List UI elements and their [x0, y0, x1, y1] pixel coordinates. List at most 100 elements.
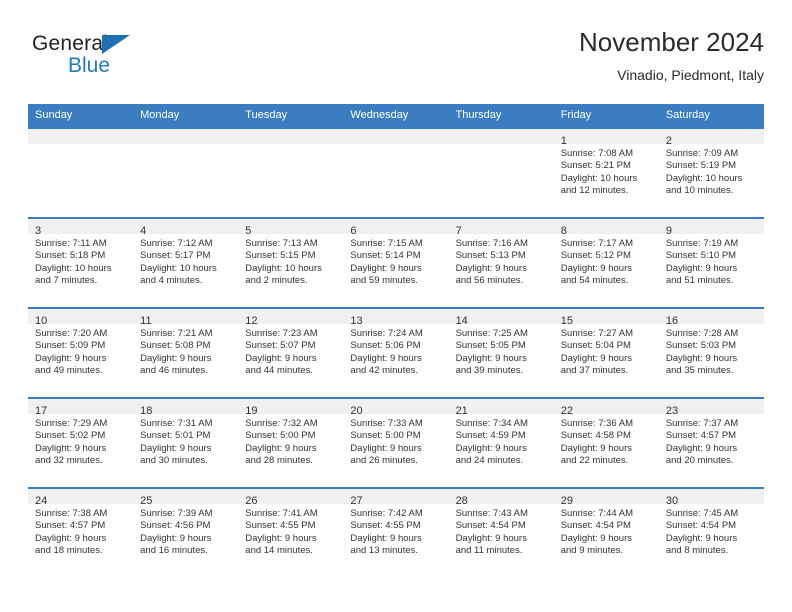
day-number: 4: [140, 225, 147, 237]
day-cell[interactable]: 5 Sunrise: 7:13 AM Sunset: 5:15 PM Dayli…: [238, 219, 344, 307]
daylight-text-line2: and 54 minutes.: [560, 275, 629, 287]
daylight-text-line1: Daylight: 9 hours: [140, 352, 212, 364]
day-cell[interactable]: 15 Sunrise: 7:27 AM Sunset: 5:04 PM Dayl…: [553, 309, 659, 397]
day-cell[interactable]: 20 Sunrise: 7:33 AM Sunset: 5:00 PM Dayl…: [343, 399, 449, 487]
day-cell[interactable]: 23 Sunrise: 7:37 AM Sunset: 4:57 PM Dayl…: [658, 399, 764, 487]
logo-triangle-icon: [102, 35, 130, 54]
day-number-band: 24: [28, 489, 134, 507]
daylight-text-line1: Daylight: 9 hours: [35, 442, 107, 454]
day-cell[interactable]: 18 Sunrise: 7:31 AM Sunset: 5:01 PM Dayl…: [133, 399, 239, 487]
day-details: Sunrise: 7:27 AM Sunset: 5:04 PM Dayligh…: [554, 324, 659, 378]
day-cell[interactable]: 21 Sunrise: 7:34 AM Sunset: 4:59 PM Dayl…: [448, 399, 554, 487]
daylight-text-line2: and 26 minutes.: [350, 455, 419, 467]
sunrise-text: Sunrise: 7:16 AM: [455, 238, 528, 249]
day-cell[interactable]: 27 Sunrise: 7:42 AM Sunset: 4:55 PM Dayl…: [343, 489, 449, 577]
day-cell[interactable]: 9 Sunrise: 7:19 AM Sunset: 5:10 PM Dayli…: [658, 219, 764, 307]
day-cell[interactable]: [343, 129, 449, 217]
day-cell[interactable]: 6 Sunrise: 7:15 AM Sunset: 5:14 PM Dayli…: [343, 219, 449, 307]
daylight-text-line2: and 51 minutes.: [665, 275, 734, 287]
day-number: 22: [560, 405, 573, 417]
daylight-text-line1: Daylight: 9 hours: [455, 532, 527, 544]
day-number: 23: [665, 405, 679, 417]
day-number: 1: [560, 135, 567, 147]
day-cell[interactable]: [133, 129, 239, 217]
day-cell[interactable]: 30 Sunrise: 7:45 AM Sunset: 4:54 PM Dayl…: [658, 489, 764, 577]
sunrise-text: Sunrise: 7:24 AM: [350, 328, 423, 339]
day-details: Sunrise: 7:32 AM Sunset: 5:00 PM Dayligh…: [238, 414, 343, 468]
day-number: 20: [350, 405, 363, 417]
daylight-text-line2: and 46 minutes.: [140, 365, 208, 377]
daylight-text-line1: Daylight: 9 hours: [140, 442, 212, 454]
day-cell[interactable]: 7 Sunrise: 7:16 AM Sunset: 5:13 PM Dayli…: [448, 219, 554, 307]
day-cell[interactable]: 22 Sunrise: 7:36 AM Sunset: 4:58 PM Dayl…: [553, 399, 659, 487]
sunset-text: Sunset: 5:08 PM: [140, 340, 211, 352]
sunrise-text: Sunrise: 7:42 AM: [350, 508, 423, 519]
sunset-text: Sunset: 5:14 PM: [350, 250, 421, 262]
day-cell[interactable]: 28 Sunrise: 7:43 AM Sunset: 4:54 PM Dayl…: [448, 489, 554, 577]
day-details: Sunrise: 7:37 AM Sunset: 4:57 PM Dayligh…: [659, 414, 764, 468]
day-number-band: 1: [553, 129, 659, 147]
day-cell[interactable]: 25 Sunrise: 7:39 AM Sunset: 4:56 PM Dayl…: [133, 489, 239, 577]
daylight-text-line2: and 7 minutes.: [35, 275, 98, 287]
daylight-text-line2: and 24 minutes.: [455, 455, 524, 467]
day-cell[interactable]: [448, 129, 554, 217]
day-details: Sunrise: 7:31 AM Sunset: 5:01 PM Dayligh…: [133, 414, 238, 468]
daylight-text-line1: Daylight: 10 hours: [665, 172, 743, 184]
day-details: Sunrise: 7:34 AM Sunset: 4:59 PM Dayligh…: [449, 414, 554, 468]
daylight-text-line1: Daylight: 9 hours: [350, 532, 422, 544]
day-details: Sunrise: 7:09 AM Sunset: 5:19 PM Dayligh…: [659, 144, 764, 198]
daylight-text-line2: and 20 minutes.: [665, 455, 734, 467]
daylight-text-line2: and 30 minutes.: [140, 455, 208, 467]
day-details: Sunrise: 7:42 AM Sunset: 4:55 PM Dayligh…: [343, 504, 448, 558]
daylight-text-line2: and 28 minutes.: [245, 455, 313, 467]
day-cell[interactable]: 2 Sunrise: 7:09 AM Sunset: 5:19 PM Dayli…: [658, 129, 764, 217]
daylight-text-line1: Daylight: 9 hours: [245, 442, 317, 454]
general-blue-logo[interactable]: General Blue: [32, 32, 152, 88]
day-cell[interactable]: 14 Sunrise: 7:25 AM Sunset: 5:05 PM Dayl…: [448, 309, 554, 397]
day-cell[interactable]: 19 Sunrise: 7:32 AM Sunset: 5:00 PM Dayl…: [238, 399, 344, 487]
sunrise-text: Sunrise: 7:36 AM: [560, 418, 634, 429]
day-cell[interactable]: 12 Sunrise: 7:23 AM Sunset: 5:07 PM Dayl…: [238, 309, 344, 397]
sunrise-text: Sunrise: 7:08 AM: [560, 148, 634, 159]
day-cell[interactable]: [28, 129, 134, 217]
daylight-text-line2: and 32 minutes.: [35, 455, 103, 467]
day-number-band: 6: [343, 219, 449, 237]
calendar-page: General Blue November 2024 Vinadio, Pied…: [0, 0, 792, 612]
day-details: Sunrise: 7:16 AM Sunset: 5:13 PM Dayligh…: [449, 234, 554, 288]
week-row: 10 Sunrise: 7:20 AM Sunset: 5:09 PM Dayl…: [28, 307, 764, 397]
calendar-grid: Sunday Monday Tuesday Wednesday Thursday…: [28, 104, 764, 577]
day-cell[interactable]: 13 Sunrise: 7:24 AM Sunset: 5:06 PM Dayl…: [343, 309, 449, 397]
day-details: Sunrise: 7:13 AM Sunset: 5:15 PM Dayligh…: [238, 234, 343, 288]
day-cell[interactable]: 16 Sunrise: 7:28 AM Sunset: 5:03 PM Dayl…: [658, 309, 764, 397]
day-number-band: 9: [658, 219, 764, 237]
daylight-text-line1: Daylight: 10 hours: [245, 262, 322, 274]
day-cell[interactable]: 17 Sunrise: 7:29 AM Sunset: 5:02 PM Dayl…: [28, 399, 134, 487]
day-details: Sunrise: 7:19 AM Sunset: 5:10 PM Dayligh…: [659, 234, 764, 288]
day-cell[interactable]: 3 Sunrise: 7:11 AM Sunset: 5:18 PM Dayli…: [28, 219, 134, 307]
day-number: 27: [350, 495, 363, 507]
day-number-band: 4: [133, 219, 239, 237]
sunset-text: Sunset: 5:05 PM: [455, 340, 526, 352]
day-cell[interactable]: 26 Sunrise: 7:41 AM Sunset: 4:55 PM Dayl…: [238, 489, 344, 577]
sunset-text: Sunset: 4:54 PM: [560, 520, 631, 532]
day-details: Sunrise: 7:23 AM Sunset: 5:07 PM Dayligh…: [238, 324, 343, 378]
day-cell[interactable]: 4 Sunrise: 7:12 AM Sunset: 5:17 PM Dayli…: [133, 219, 239, 307]
daylight-text-line1: Daylight: 10 hours: [35, 262, 112, 274]
day-cell[interactable]: [238, 129, 344, 217]
weekday-header-sunday: Sunday: [35, 109, 73, 121]
daylight-text-line2: and 56 minutes.: [455, 275, 524, 287]
day-cell[interactable]: 29 Sunrise: 7:44 AM Sunset: 4:54 PM Dayl…: [553, 489, 659, 577]
day-cell[interactable]: 11 Sunrise: 7:21 AM Sunset: 5:08 PM Dayl…: [133, 309, 239, 397]
daylight-text-line2: and 44 minutes.: [245, 365, 313, 377]
day-cell[interactable]: 1 Sunrise: 7:08 AM Sunset: 5:21 PM Dayli…: [553, 129, 659, 217]
day-number-band: 29: [553, 489, 659, 507]
day-number-band: 19: [238, 399, 344, 417]
daylight-text-line1: Daylight: 9 hours: [665, 442, 738, 454]
daylight-text-line2: and 18 minutes.: [35, 545, 103, 557]
day-cell[interactable]: 10 Sunrise: 7:20 AM Sunset: 5:09 PM Dayl…: [28, 309, 134, 397]
sunrise-text: Sunrise: 7:45 AM: [665, 508, 739, 519]
day-cell[interactable]: 24 Sunrise: 7:38 AM Sunset: 4:57 PM Dayl…: [28, 489, 134, 577]
day-cell[interactable]: 8 Sunrise: 7:17 AM Sunset: 5:12 PM Dayli…: [553, 219, 659, 307]
sunrise-text: Sunrise: 7:21 AM: [140, 328, 213, 339]
logo-text-general: General: [32, 32, 109, 55]
